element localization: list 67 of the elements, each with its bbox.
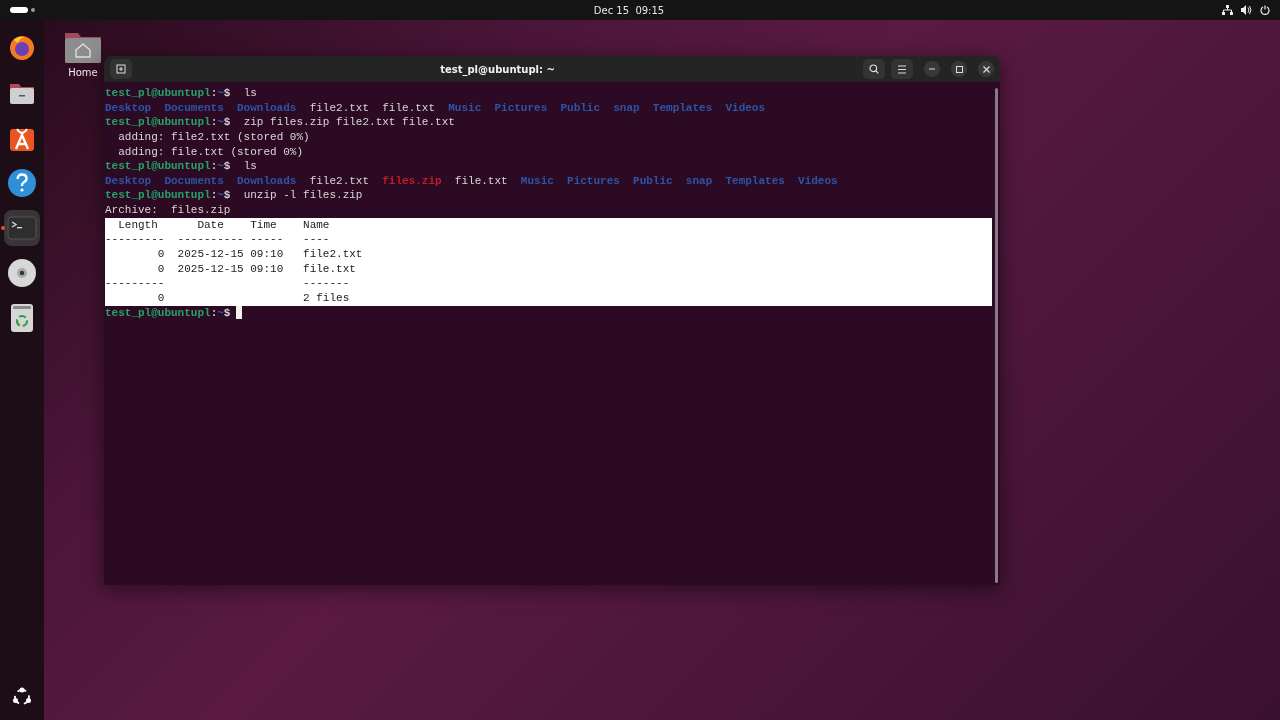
menu-icon [897,64,907,74]
help-icon [7,168,37,198]
maximize-button[interactable] [951,61,967,77]
terminal-icon [7,216,37,240]
clock[interactable]: Dec 15 09:15 [593,4,665,16]
directory-name: Public [560,100,601,116]
file-name: file.txt [382,100,436,116]
command-text: unzip -l files.zip [243,188,363,204]
window-title: test_pl@ubuntupl: ~ [439,63,556,75]
minimize-button[interactable] [924,61,940,77]
output-text: Length Date Time Name [117,217,330,233]
shell-prompt: test_pl@ubuntupl:~$ [105,86,231,101]
power-icon[interactable] [1260,5,1270,15]
file-name: file2.txt [309,173,370,189]
close-icon [982,65,990,73]
search-button[interactable] [863,59,885,79]
directory-name: Templates [652,100,713,116]
browser-icon [8,34,36,62]
file-name: files.zip [382,173,442,189]
network-icon[interactable] [1222,5,1233,15]
output-text: Archive: files.zip [105,203,231,218]
directory-name: Videos [725,100,766,116]
output-text: 0 2 files [156,290,350,306]
home-label[interactable]: Home [68,67,98,78]
output-text: 0 2025-12-15 09:10 file2.txt [156,247,363,262]
shell-prompt: test_pl@ubuntupl:~$ [105,115,231,130]
file-name: file2.txt [309,100,370,116]
command-text: ls [243,159,257,174]
directory-name: Music [520,173,554,189]
directory-name: Videos [798,173,838,189]
activities-indicator[interactable] [10,7,36,13]
directory-name: Downloads [237,173,297,189]
directory-name: Documents [164,100,224,116]
shell-prompt: test_pl@ubuntupl:~$ [105,305,231,321]
maximize-icon [955,65,963,73]
directory-name: Pictures [494,100,548,116]
shell-prompt: test_pl@ubuntupl:~$ [105,159,231,174]
directory-name: Downloads [237,100,297,116]
directory-name: Public [633,173,673,189]
scrollbar[interactable] [994,88,998,583]
home-folder-icon[interactable] [64,30,102,64]
directory-name: Pictures [567,173,620,189]
disc-icon [7,258,37,288]
file-name: file.txt [454,173,508,189]
new-tab-button[interactable] [110,59,132,79]
shell-prompt: test_pl@ubuntupl:~$ [105,188,231,204]
directory-name: Templates [725,173,785,189]
directory-name: snap [685,173,713,189]
trash-icon [9,303,35,333]
minimize-icon [929,68,935,70]
directory-name: snap [613,100,640,116]
directory-name: Music [448,100,482,116]
output-text: --------- ---------- ----- ---- [105,232,330,248]
directory-name: Documents [164,173,224,189]
new-tab-icon [116,64,126,74]
search-icon [869,64,879,74]
output-text: adding: file2.txt (stored 0%) [117,129,310,145]
directory-name: Desktop [105,173,152,189]
output-text: adding: file.txt (stored 0%) [117,144,304,160]
output-text: 0 2025-12-15 09:10 file.txt [156,261,356,277]
command-text: ls [243,86,257,101]
menu-button[interactable] [891,59,913,79]
directory-name: Desktop [105,100,152,116]
output-text: --------- ------- [105,276,350,291]
command-text: zip files.zip file2.txt file.txt [243,115,455,130]
volume-icon[interactable] [1241,5,1252,15]
close-button[interactable] [978,61,994,77]
